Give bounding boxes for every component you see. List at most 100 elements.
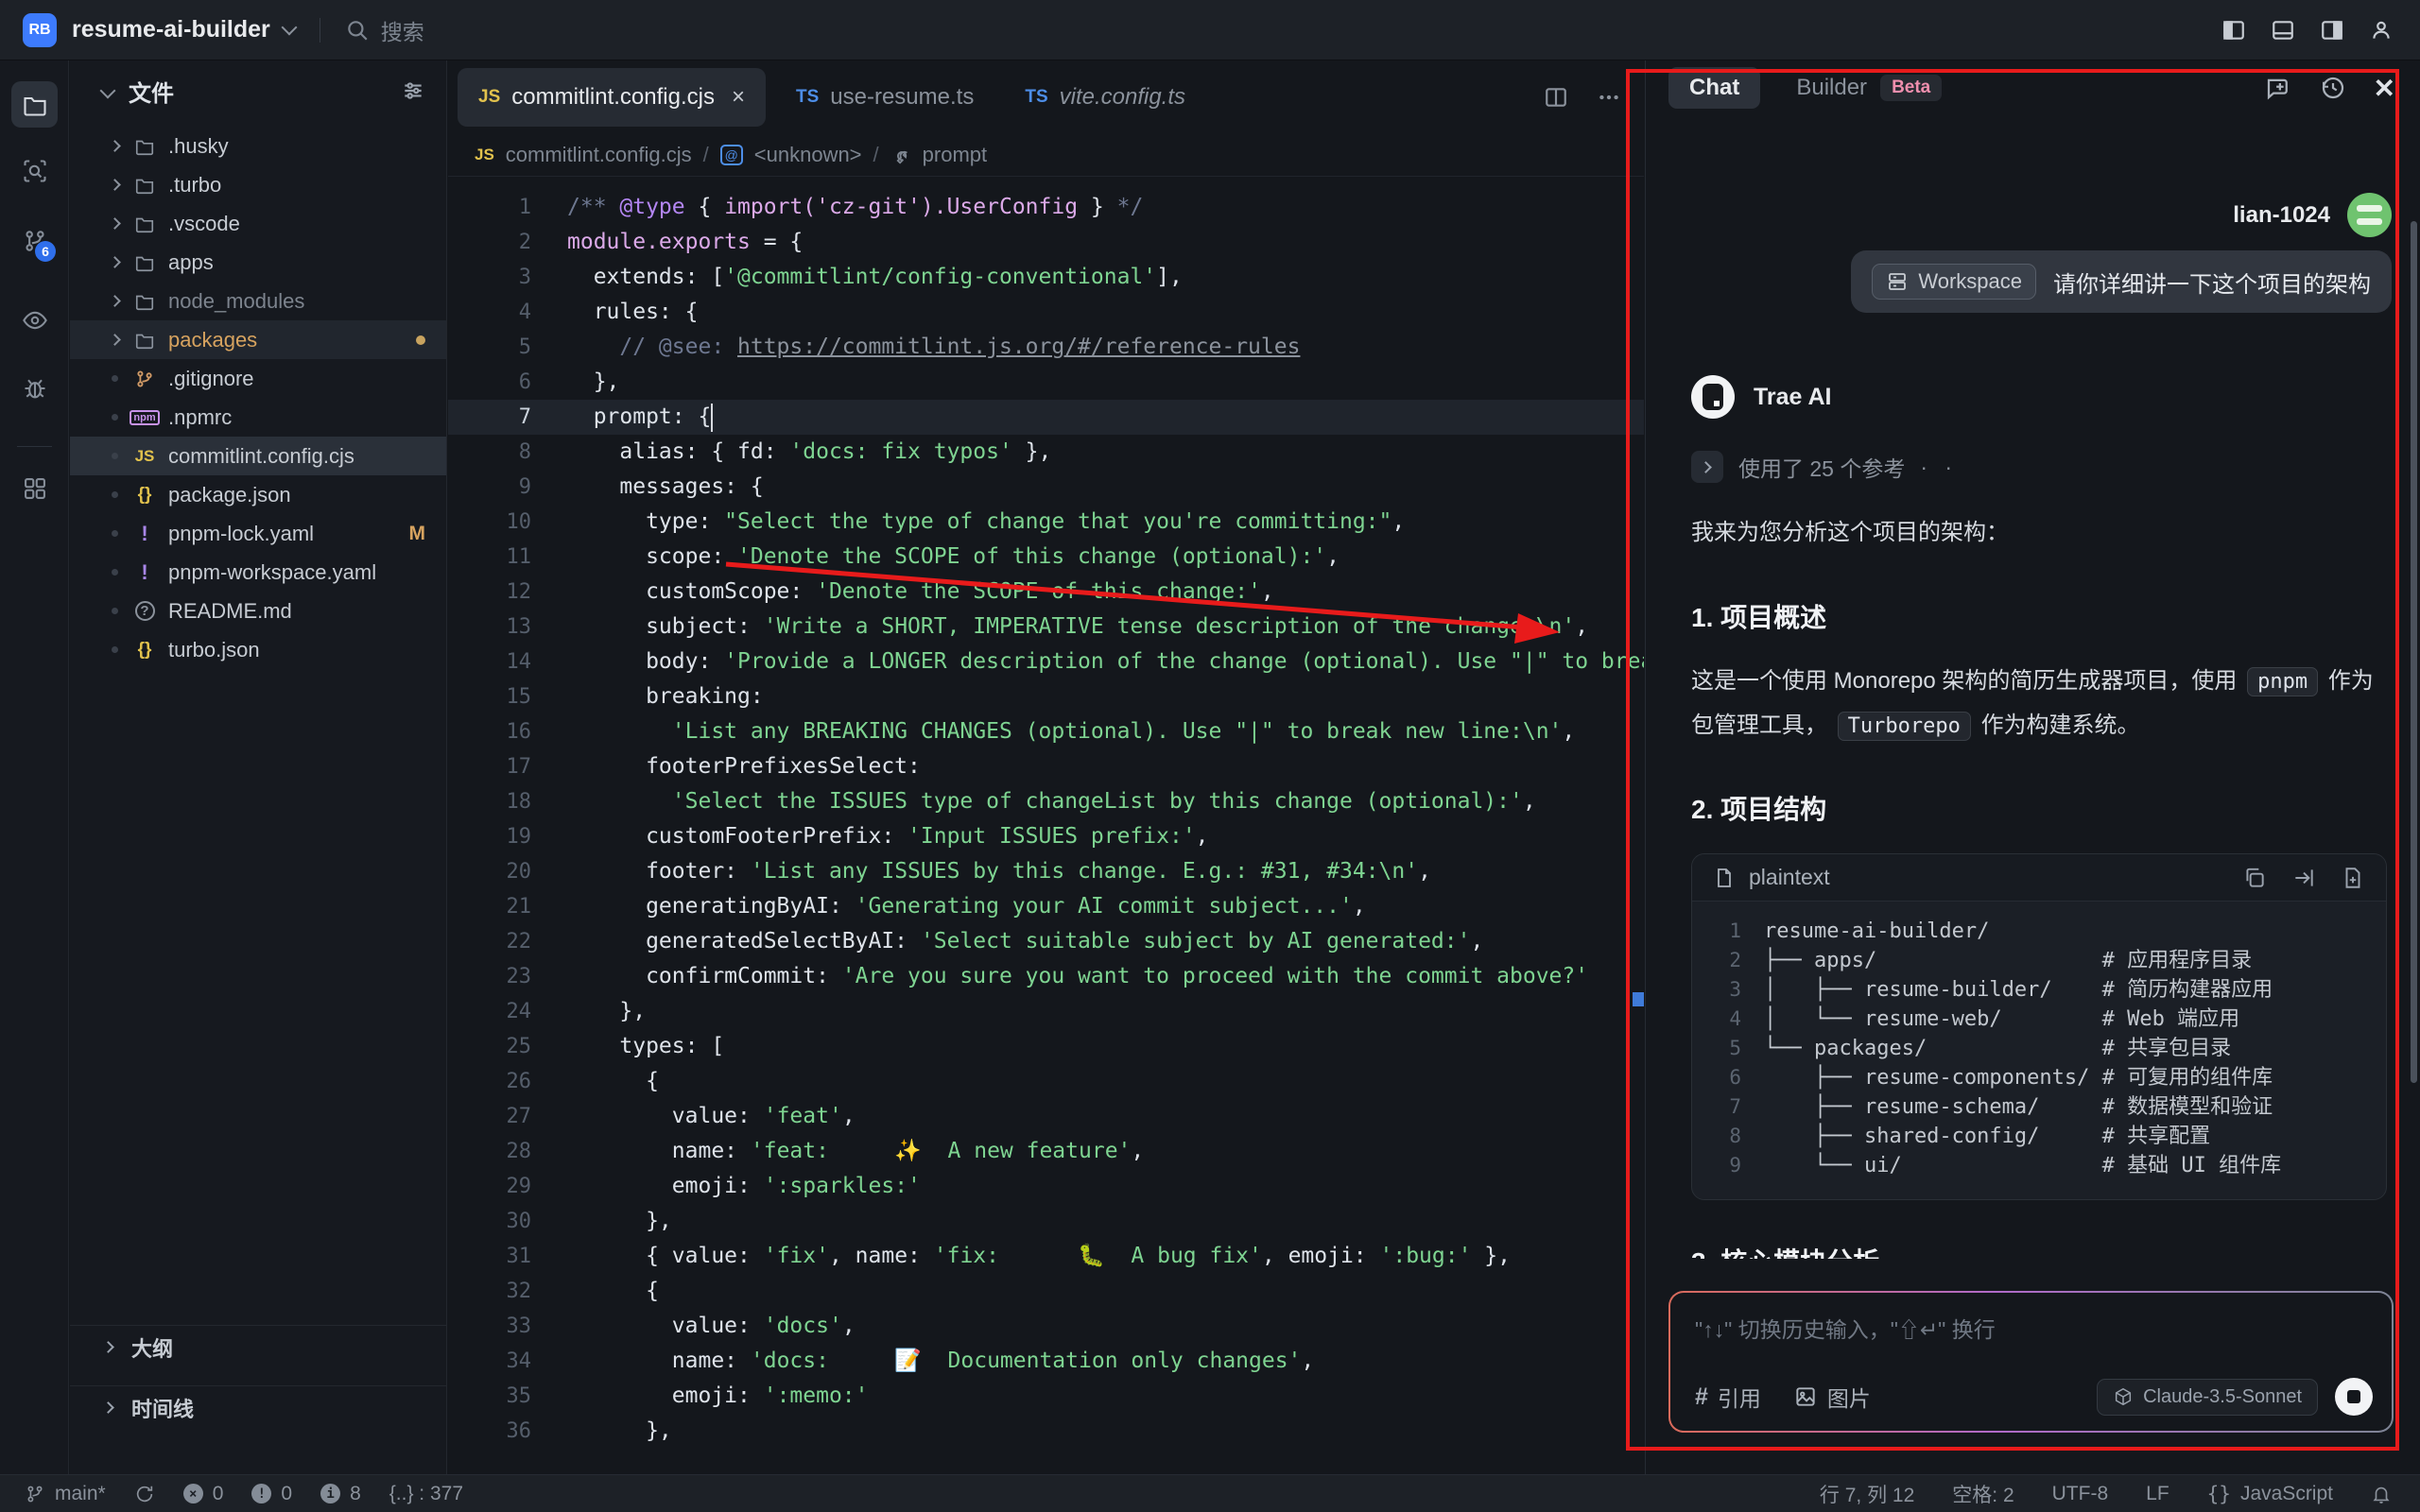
code-block-language: plaintext: [1749, 865, 1830, 890]
json-icon: {}: [138, 485, 152, 506]
global-search[interactable]: 搜索: [345, 14, 424, 46]
language-mode[interactable]: {}JavaScript: [2207, 1483, 2333, 1505]
file-row-packages[interactable]: packages: [70, 320, 446, 359]
code-line-20: 20 footer: 'List any ISSUES by this chan…: [448, 854, 1644, 889]
chat-messages[interactable]: lian-1024 Workspace 请你详细讲一下这个项目的架构 Trae …: [1646, 115, 2420, 1259]
explorer-header[interactable]: 文件: [70, 60, 446, 121]
toggle-left-panel-icon[interactable]: [2221, 18, 2246, 43]
toggle-bottom-panel-icon[interactable]: [2271, 18, 2295, 43]
tree-line-7: 7 ├── resume-schema/ # 数据模型和验证: [1692, 1092, 2386, 1122]
breadcrumb[interactable]: JS commitlint.config.cjs / @ <unknown> /…: [448, 133, 1644, 177]
wrench-icon: [890, 145, 911, 165]
error-icon: ×: [183, 1484, 203, 1503]
chevron-down-icon[interactable]: [281, 19, 297, 35]
file-label: pnpm-workspace.yaml: [168, 560, 376, 585]
info-count[interactable]: i8: [320, 1483, 361, 1505]
inline-code-turborepo: Turborepo: [1838, 712, 1971, 741]
sidebar-item-debug[interactable]: [11, 365, 58, 411]
new-chat-icon[interactable]: [2264, 74, 2292, 102]
divider: [17, 446, 52, 447]
timeline-section[interactable]: 时间线: [70, 1385, 446, 1429]
sidebar-item-search[interactable]: [11, 147, 58, 194]
file-label: README.md: [168, 599, 292, 624]
tab-use-resume[interactable]: TS use-resume.ts: [775, 68, 994, 127]
warning-count[interactable]: !0: [251, 1483, 292, 1505]
file-row-pnpm-workspace-yaml[interactable]: ! pnpm-workspace.yaml: [70, 553, 446, 592]
chevron-down-icon: [100, 83, 116, 99]
file-row--vscode[interactable]: .vscode: [70, 204, 446, 243]
file-row--turbo[interactable]: .turbo: [70, 165, 446, 204]
file-label: package.json: [168, 483, 291, 507]
bell-icon[interactable]: [2371, 1484, 2392, 1504]
toggle-right-panel-icon[interactable]: [2320, 18, 2344, 43]
encoding[interactable]: UTF-8: [2052, 1483, 2109, 1505]
history-icon[interactable]: [2319, 74, 2347, 102]
file-row-apps[interactable]: apps: [70, 243, 446, 282]
text-cursor: [711, 404, 713, 432]
file-dot-icon: [102, 453, 127, 459]
breadcrumb-symbol[interactable]: <unknown>: [754, 143, 862, 167]
activity-bar: 6: [0, 60, 69, 1474]
file-row-pnpm-lock-yaml[interactable]: !pnpm-lock.yamlM: [70, 514, 446, 553]
git-branch-status[interactable]: main*: [25, 1483, 106, 1505]
indentation[interactable]: 空格: 2: [1952, 1480, 2014, 1508]
breadcrumb-member[interactable]: prompt: [923, 143, 987, 167]
tab-commitlint-config[interactable]: JS commitlint.config.cjs ×: [458, 68, 766, 127]
file-dot-icon: [102, 608, 127, 614]
code-area[interactable]: 1/** @type { import('cz-git').UserConfig…: [448, 177, 1644, 1449]
eye-icon: [22, 307, 48, 334]
references-toggle[interactable]: 使用了 25 个参考 · ·: [1691, 451, 2392, 483]
model-selector[interactable]: Claude-3.5-Sonnet: [2097, 1379, 2318, 1416]
code-line-34: 34 name: 'docs: 📝 Documentation only cha…: [448, 1344, 1644, 1379]
file-label: .npmrc: [168, 405, 232, 430]
error-count[interactable]: ×0: [183, 1483, 224, 1505]
file-row--gitignore[interactable]: .gitignore: [70, 359, 446, 398]
outline-section[interactable]: 大纲: [70, 1325, 446, 1368]
sidebar-item-source-control[interactable]: 6: [11, 217, 58, 264]
workspace-tag[interactable]: Workspace: [1872, 264, 2036, 300]
chat-input[interactable]: "↑↓" 切换历史输入，"⇧↵" 换行 # 引用 图片 Claude-3.5-S…: [1670, 1293, 2392, 1431]
sidebar-item-extensions[interactable]: [11, 465, 58, 511]
file-label: turbo.json: [168, 638, 260, 662]
copy-icon[interactable]: [2242, 866, 2267, 890]
tab-chat[interactable]: Chat: [1668, 67, 1760, 109]
project-name[interactable]: resume-ai-builder: [72, 16, 270, 43]
folder-icon: [134, 252, 155, 273]
sidebar-item-preview[interactable]: [11, 297, 58, 343]
problems-count[interactable]: {..} : 377: [389, 1483, 463, 1505]
add-image-button[interactable]: 图片: [1793, 1381, 1871, 1413]
scrollbar[interactable]: [2411, 221, 2417, 1083]
split-editor-icon[interactable]: [1544, 85, 1568, 110]
file-row-turbo-json[interactable]: {}turbo.json: [70, 630, 446, 669]
yaml-icon: !: [141, 560, 147, 585]
breadcrumb-file[interactable]: commitlint.config.cjs: [506, 143, 692, 167]
file-row-package-json[interactable]: {} package.json: [70, 475, 446, 514]
file-row--husky[interactable]: .husky: [70, 127, 446, 165]
account-icon[interactable]: [2369, 18, 2394, 43]
apply-to-file-icon[interactable]: [2341, 866, 2365, 890]
model-name: Claude-3.5-Sonnet: [2143, 1386, 2302, 1408]
sidebar-item-explorer[interactable]: [11, 81, 58, 128]
chat-code-block: plaintext 1resume-ai-builder/2├── apps/ …: [1691, 853, 2387, 1200]
editor-group: JS commitlint.config.cjs × TS use-resume…: [448, 60, 1644, 1474]
more-actions-icon[interactable]: [1597, 85, 1621, 110]
eol-sequence[interactable]: LF: [2146, 1483, 2169, 1505]
tab-builder[interactable]: Builder Beta: [1796, 75, 1942, 101]
stop-button[interactable]: [2335, 1378, 2373, 1416]
file-row-readme-md[interactable]: ?README.md: [70, 592, 446, 630]
assistant-avatar: [1691, 375, 1735, 419]
module-icon: @: [720, 145, 743, 165]
file-row--npmrc[interactable]: npm.npmrc: [70, 398, 446, 437]
insert-code-icon[interactable]: [2291, 866, 2316, 890]
file-row-commitlint-config-cjs[interactable]: JScommitlint.config.cjs: [70, 437, 446, 475]
sync-icon[interactable]: [134, 1484, 155, 1504]
title-bar: RB resume-ai-builder 搜索: [0, 0, 2420, 60]
cursor-position[interactable]: 行 7, 列 12: [1820, 1480, 1914, 1508]
file-row-node-modules[interactable]: node_modules: [70, 282, 446, 320]
chat-header: Chat Builder Beta ✕: [1646, 60, 2420, 115]
add-reference-button[interactable]: # 引用: [1695, 1381, 1761, 1413]
tab-vite-config[interactable]: TS vite.config.ts: [1004, 68, 1206, 127]
filter-icon[interactable]: [401, 78, 425, 103]
close-tab-icon[interactable]: ×: [732, 84, 745, 111]
close-icon[interactable]: ✕: [2374, 73, 2395, 104]
